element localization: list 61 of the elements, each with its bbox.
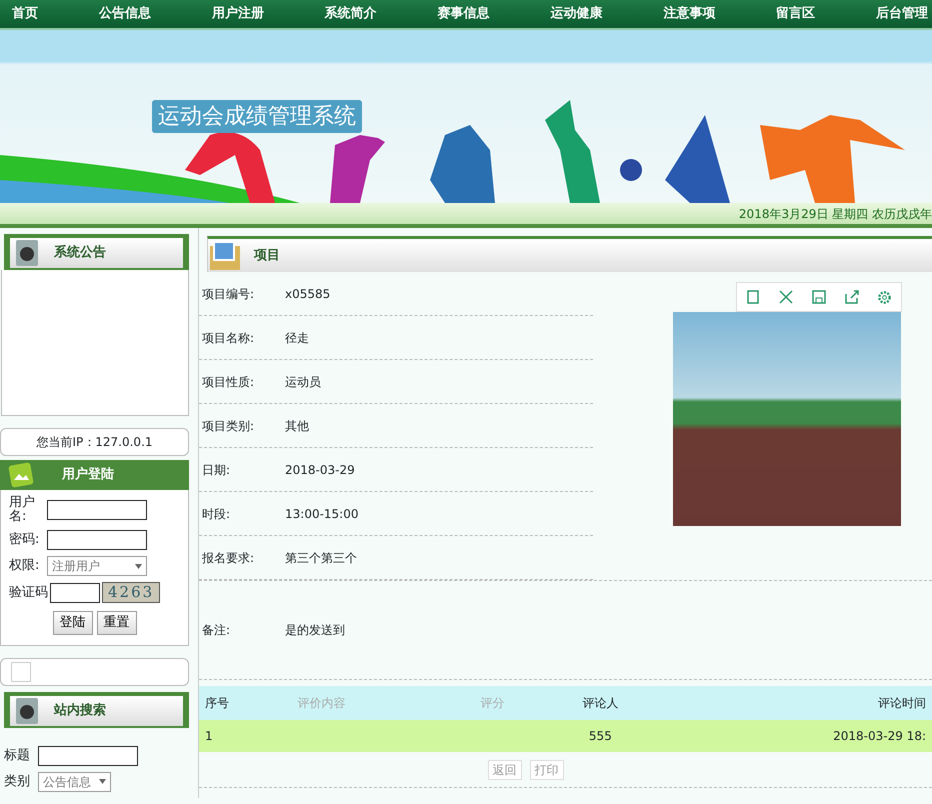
field-label: 用户名: <box>9 496 36 524</box>
field-value: 运动员 <box>285 374 321 390</box>
picture-icon <box>8 462 34 488</box>
washing-machine-icon <box>14 696 40 724</box>
column-header: 评价内容 <box>292 686 446 720</box>
username-field[interactable] <box>47 500 147 520</box>
ip-info: 您当前IP：127.0.0.1 <box>0 428 189 456</box>
field-value: 其他 <box>285 418 309 434</box>
field-value: 13:00-15:00 <box>285 506 358 522</box>
panel-title: 用户登陆 <box>62 466 114 484</box>
table-cell: 555 <box>588 729 612 743</box>
nav-link[interactable]: 首页 <box>12 6 38 22</box>
captcha-image: 4263 <box>102 582 160 603</box>
field-label: 项目编号: <box>201 286 256 302</box>
panel-title: 站内搜索 <box>54 702 106 720</box>
image-placeholder <box>11 662 31 682</box>
washing-machine-icon <box>14 239 40 267</box>
nav-link[interactable]: 赛事信息 <box>438 6 490 22</box>
panel-title: 系统公告 <box>54 244 106 262</box>
reset-button[interactable]: 重置 <box>96 611 136 634</box>
field-label: 密码: <box>9 533 40 547</box>
field-label: 项目名称: <box>201 330 256 346</box>
field-label: 报名要求: <box>201 550 256 566</box>
field-value: 2018-03-29 <box>285 462 355 478</box>
nav-link[interactable]: 用户注册 <box>212 6 264 22</box>
role-select[interactable]: 注册用户 <box>47 556 147 576</box>
category-select[interactable]: 公告信息 <box>38 772 111 792</box>
column-header: 评论人 <box>538 686 662 720</box>
table-cell: 2018-03-29 18: <box>833 729 926 743</box>
column-header: 评论时间 <box>662 686 932 720</box>
field-label: 日期: <box>201 462 232 478</box>
nav-link[interactable]: 系统简介 <box>324 6 377 22</box>
field-value: 径走 <box>285 330 309 346</box>
title-field[interactable] <box>38 746 138 766</box>
field-label: 验证码 <box>9 584 48 602</box>
field-label: 时段: <box>201 506 232 522</box>
login-button[interactable]: 登陆 <box>52 611 92 634</box>
field-value: 第三个第三个 <box>285 550 357 566</box>
field-label: 项目性质: <box>201 374 256 390</box>
nav-link[interactable]: 后台管理 <box>876 6 928 22</box>
column-header: 序号 <box>199 686 292 720</box>
caret-icon <box>135 564 142 568</box>
nav-link[interactable]: 运动健康 <box>550 6 602 22</box>
field-label: 标题 <box>4 746 31 765</box>
date-text: 2018年3月29日 星期四 农历戊戌年 <box>738 206 932 222</box>
banner-title: 运动会成绩管理系统 <box>152 100 362 133</box>
nav-link[interactable]: 注意事项 <box>663 6 716 22</box>
field-label: 备注: <box>201 622 232 639</box>
field-value: x05585 <box>285 286 330 302</box>
captcha-field[interactable] <box>50 582 100 602</box>
caret-icon <box>99 779 106 784</box>
column-header: 评分 <box>446 686 539 720</box>
field-label: 类别 <box>4 772 31 791</box>
field-label: 项目类别: <box>201 418 256 434</box>
table-cell: 1 <box>205 729 213 743</box>
field-value: 是的发送到 <box>285 622 345 639</box>
nav-link[interactable]: 留言区 <box>776 6 816 22</box>
password-field[interactable] <box>47 530 147 550</box>
nav-link[interactable]: 公告信息 <box>98 6 151 22</box>
field-label: 权限: <box>9 559 40 573</box>
section-title: 项目 <box>254 246 280 265</box>
